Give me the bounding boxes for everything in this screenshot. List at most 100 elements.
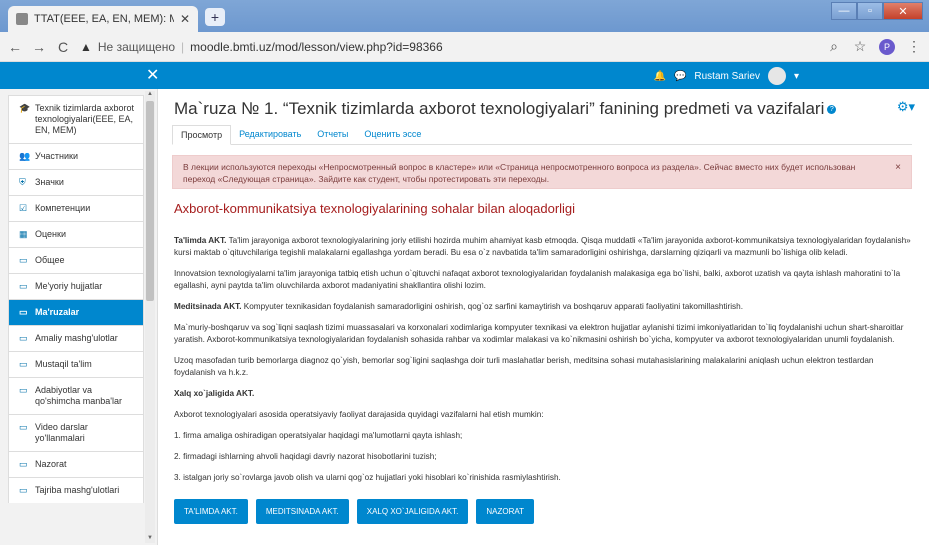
sidebar-item-label: Amaliy mashg'ulotlar: [35, 333, 118, 343]
user-menu: 🔔 💬 Rustam Sariev ▾: [653, 67, 799, 85]
maximize-icon[interactable]: ▫: [857, 2, 883, 20]
sidebar-item-label: Участники: [35, 151, 78, 161]
paragraph: Innovatsion texnologiyalarni ta'lim jara…: [174, 269, 901, 290]
browser-tab[interactable]: TTAT(EEE, EA, EN, MEM): Ma'ruza ✕: [8, 6, 198, 32]
sidebar-item-label: Ma'ruzalar: [35, 307, 80, 317]
window-controls: — ▫ ✕: [831, 2, 923, 20]
scroll-up-icon[interactable]: ▲: [145, 91, 155, 99]
sidebar-item[interactable]: ▭ Adabiyotlar va qo'shimcha manba'lar: [8, 377, 144, 414]
tab-grade-essays[interactable]: Оценить эссе: [356, 125, 429, 144]
sidebar-item-label: Adabiyotlar va qo'shimcha manba'lar: [35, 385, 122, 406]
not-secure-label: Не защищено: [97, 39, 176, 54]
paragraph: Axborot texnologiyalari asosida operatsi…: [174, 410, 544, 419]
reload-icon[interactable]: C: [56, 39, 70, 55]
warning-alert: В лекции используются переходы «Непросмо…: [172, 155, 912, 189]
scroll-thumb[interactable]: [146, 101, 154, 301]
sidebar-item[interactable]: ▭ Tajriba mashg'ulotlari: [8, 477, 144, 503]
grid-icon: ▦: [19, 229, 28, 239]
sidebar-item-label: Значки: [35, 177, 64, 187]
paragraph: Ta'limda AKT. Ta'lim jarayoniga axborot …: [174, 235, 914, 259]
user-menu-caret-icon[interactable]: ▾: [794, 71, 799, 82]
sidebar-item-label: Tajriba mashg'ulotlari: [35, 485, 120, 495]
url-field[interactable]: ▲ Не защищено | moodle.bmti.uz/mod/lesso…: [80, 40, 817, 54]
meditsinada-akt-button[interactable]: MEDITSINADA AKT.: [255, 499, 349, 524]
folder-icon: ▭: [19, 422, 28, 432]
forward-arrow-icon[interactable]: →: [32, 39, 46, 55]
folder-icon: ▭: [19, 359, 28, 369]
sidebar-item-label: Компетенции: [35, 203, 91, 213]
messages-chat-icon[interactable]: 💬: [674, 71, 686, 82]
folder-icon: ▭: [19, 307, 28, 317]
drawer-close-icon[interactable]: ✕: [146, 65, 159, 85]
users-icon: 👥: [19, 151, 31, 161]
zoom-icon[interactable]: ⌕: [827, 38, 841, 55]
moodle-favicon-icon: [16, 13, 28, 25]
url-separator: |: [181, 39, 185, 54]
notifications-bell-icon[interactable]: 🔔: [653, 71, 665, 82]
sidebar-item[interactable]: 🎓 Texnik tizimlarda axborot texnologiyala…: [8, 95, 144, 143]
paragraph: Uzoq masofadan turib bemorlarga diagnoz …: [174, 356, 874, 377]
star-icon[interactable]: ☆: [853, 38, 867, 55]
sidebar-item[interactable]: ▦ Оценки: [8, 221, 144, 247]
check-icon: ☑: [19, 203, 28, 213]
browser-titlebar: TTAT(EEE, EA, EN, MEM): Ma'ruza ✕ + — ▫ …: [0, 0, 929, 32]
nazorat-button[interactable]: NAZORAT: [476, 499, 534, 524]
sidebar-item-label: Me'yoriy hujjatlar: [35, 281, 103, 291]
sidebar-item[interactable]: 👥 Участники: [8, 143, 144, 169]
warning-icon: ▲: [80, 39, 92, 54]
sidebar-item-label: Общее: [35, 255, 65, 265]
window-close-icon[interactable]: ✕: [883, 2, 923, 20]
alert-close-icon[interactable]: ×: [895, 162, 901, 174]
section-title: Axborot-kommunikatsiya texnologiyalarini…: [174, 201, 576, 216]
sidebar-item[interactable]: ▭ Общее: [8, 247, 144, 273]
folder-icon: ▭: [19, 281, 28, 291]
tab-edit[interactable]: Редактировать: [231, 125, 309, 144]
talimda-akt-button[interactable]: TA'LIMDA AKT.: [174, 499, 248, 524]
paragraph-heading: Xalq xo`jaligida AKT.: [174, 389, 255, 398]
list-item: 1. firma amaliga oshiradigan operatsiyal…: [174, 431, 463, 440]
paragraph: Xalq xo`jaligida AKT.: [174, 388, 914, 400]
sidebar-item[interactable]: ☑ Компетенции: [8, 195, 144, 221]
minimize-icon[interactable]: —: [831, 2, 857, 20]
sidebar-item-label: Video darslar yo'llanmalari: [35, 422, 88, 443]
moodle-navbar: ✕ 🔔 💬 Rustam Sariev ▾: [0, 62, 929, 89]
sidebar-item[interactable]: ⛨ Значки: [8, 169, 144, 195]
main-content: Ma`ruza № 1. “Texnik tizimlarda axborot …: [162, 89, 929, 545]
tab-reports[interactable]: Отчеты: [309, 125, 356, 144]
tab-title: TTAT(EEE, EA, EN, MEM): Ma'ruza: [34, 13, 174, 25]
scroll-down-icon[interactable]: ▼: [145, 535, 155, 543]
sidebar-item[interactable]: ▭ Ma'ruzalar: [8, 299, 144, 325]
sidebar-scrollbar[interactable]: ▲ ▼: [145, 91, 155, 543]
course-nav-list: 🎓 Texnik tizimlarda axborot texnologiyala…: [8, 95, 144, 503]
sidebar-item-label: Оценки: [35, 229, 66, 239]
menu-dots-icon[interactable]: ⋮: [907, 38, 921, 55]
help-icon[interactable]: ?: [827, 105, 837, 115]
sidebar-item[interactable]: ▭ Me'yoriy hujjatlar: [8, 273, 144, 299]
list-item: 3. istalgan joriy so`rovlarga javob olis…: [174, 473, 561, 482]
lesson-content: Ta'limda AKT. Ta'lim jarayoniga axborot …: [174, 235, 914, 493]
sidebar-item[interactable]: ▭ Nazorat: [8, 451, 144, 477]
profile-avatar[interactable]: P: [879, 38, 895, 55]
tab-view[interactable]: Просмотр: [172, 125, 232, 145]
user-name[interactable]: Rustam Sariev: [694, 71, 760, 82]
sidebar-item[interactable]: ▭ Mustaqil ta'lim: [8, 351, 144, 377]
folder-icon: ▭: [19, 333, 28, 343]
paragraph: Ma`muriy-boshqaruv va sog`liqni saqlash …: [174, 323, 904, 344]
shield-icon: ⛨: [19, 177, 26, 187]
paragraph: Meditsinada AKT. Kompyuter texnikasidan …: [174, 301, 914, 313]
folder-icon: ▭: [19, 459, 28, 469]
folder-icon: ▭: [19, 255, 28, 265]
paragraph-text: Kompyuter texnikasidan foydalanish samar…: [241, 302, 743, 311]
sidebar-item[interactable]: ▭ Amaliy mashg'ulotlar: [8, 325, 144, 351]
back-arrow-icon[interactable]: ←: [8, 39, 22, 55]
folder-icon: ▭: [19, 385, 28, 395]
address-bar: ← → C ▲ Не защищено | moodle.bmti.uz/mod…: [0, 32, 929, 62]
user-avatar[interactable]: [767, 67, 786, 85]
sidebar-item-label: Texnik tizimlarda axborot texnologiyalar…: [35, 103, 135, 135]
sidebar-item[interactable]: ▭ Video darslar yo'llanmalari: [8, 414, 144, 451]
page-title-text: Ma`ruza № 1. “Texnik tizimlarda axborot …: [174, 99, 825, 118]
gear-icon[interactable]: ⚙▾: [897, 99, 915, 115]
xalq-xojaligida-akt-button[interactable]: XALQ XO`JALIGIDA AKT.: [356, 499, 469, 524]
tab-close-icon[interactable]: ✕: [180, 12, 190, 26]
new-tab-button[interactable]: +: [205, 8, 225, 26]
